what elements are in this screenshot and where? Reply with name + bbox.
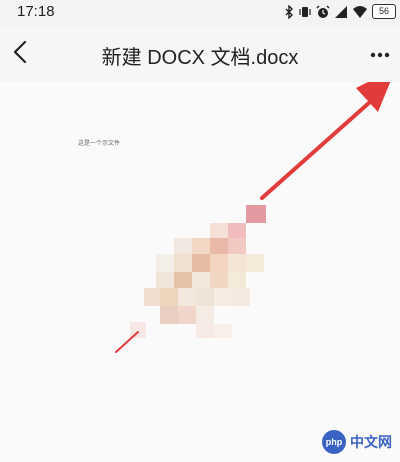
- watermark: php 中文网: [322, 430, 392, 454]
- document-title: 新建 DOCX 文档.docx: [101, 47, 299, 69]
- vibrate-icon: [298, 5, 312, 19]
- top-app-bar: 新建 DOCX 文档.docx: [0, 26, 400, 82]
- battery-icon: 56: [372, 4, 396, 19]
- more-options-button[interactable]: [364, 40, 396, 68]
- php-logo: php: [322, 430, 346, 454]
- status-bar: 17:18 56: [0, 0, 400, 26]
- annotation-arrow: [115, 82, 391, 353]
- alarm-icon: [316, 5, 330, 19]
- back-arrow-icon: [13, 40, 27, 68]
- document-page[interactable]: 这是一个示文件 php 中文网: [0, 82, 400, 462]
- status-icons: 56: [284, 4, 396, 19]
- wifi-icon: [352, 5, 368, 19]
- signal-icon: [334, 5, 348, 19]
- bluetooth-icon: [284, 4, 294, 19]
- back-button[interactable]: [4, 38, 36, 70]
- watermark-text: 中文网: [350, 434, 392, 450]
- more-options-icon: [370, 45, 390, 63]
- status-time: 17:18: [17, 3, 55, 20]
